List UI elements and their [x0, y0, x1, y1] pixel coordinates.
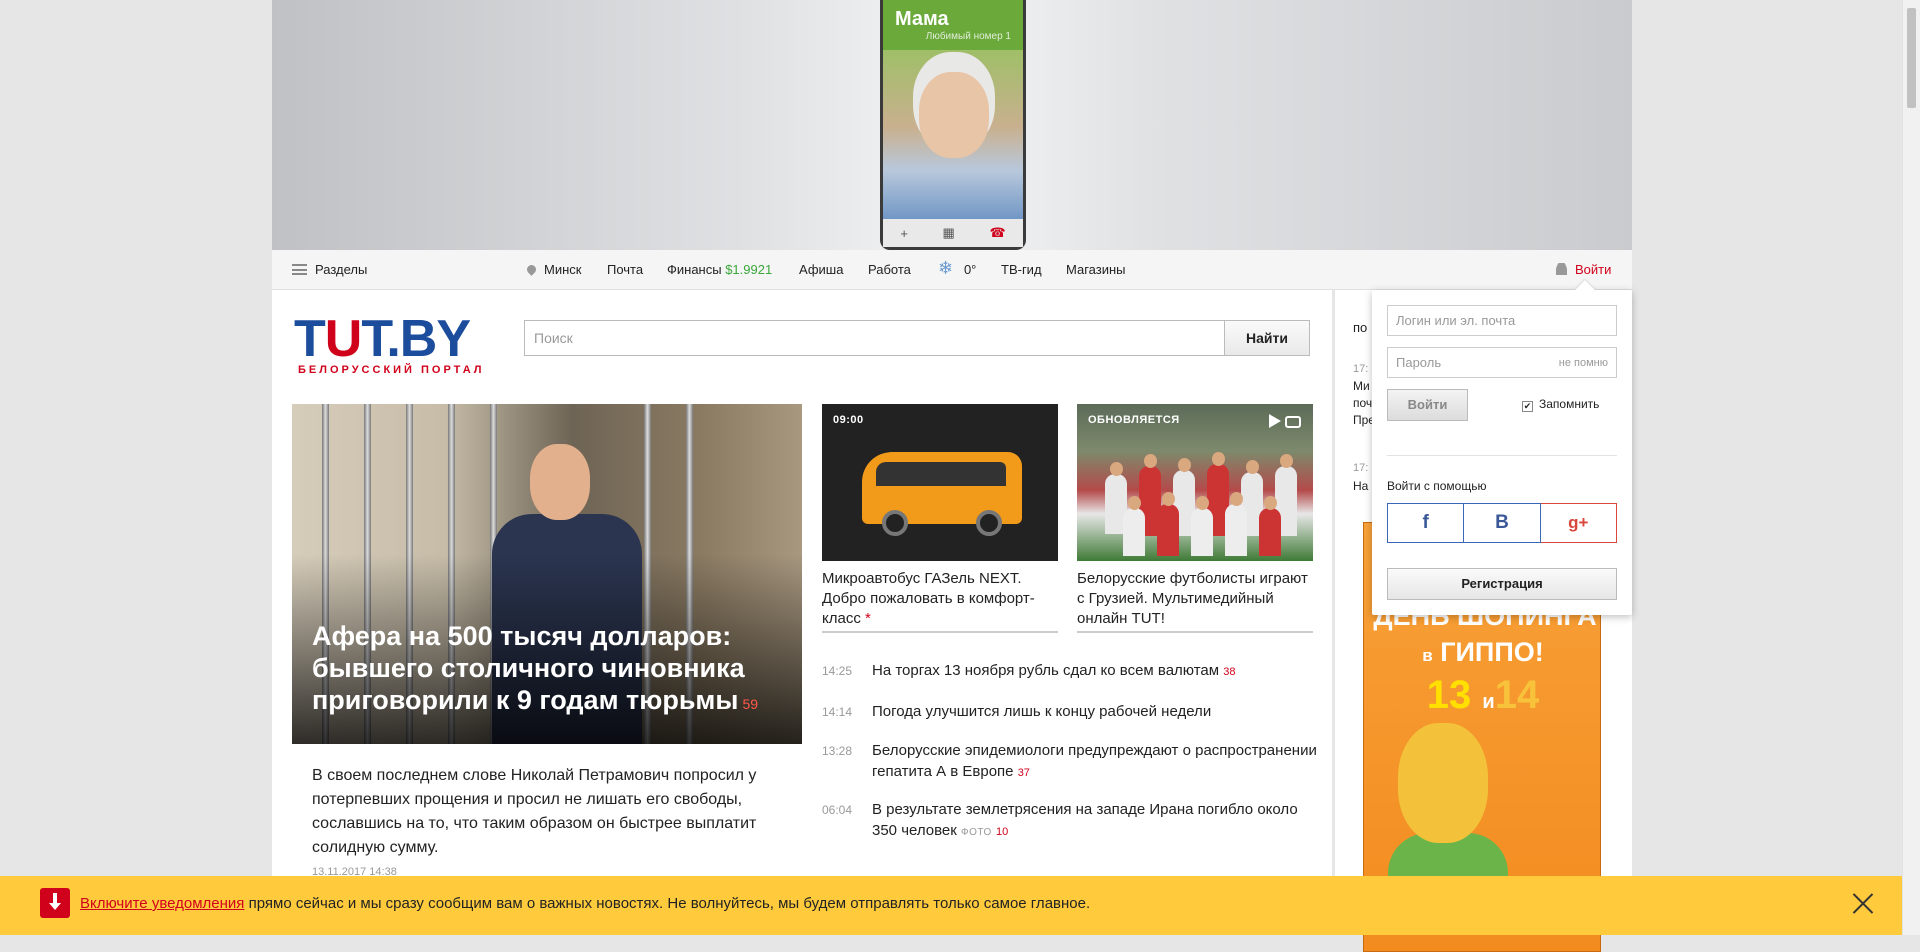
- login-link-label: Войти: [1575, 262, 1612, 277]
- nav-finance-link[interactable]: Финансы $1.9921: [667, 262, 772, 277]
- snippet-time: 17:: [1353, 363, 1369, 375]
- search-input[interactable]: Поиск: [524, 320, 1224, 356]
- tut-by-logo[interactable]: TUT.BY БЕЛОРУССКИЙ ПОРТАЛ: [294, 313, 485, 376]
- password-field[interactable]: Пароль не помню: [1387, 347, 1617, 378]
- location-icon: [525, 263, 538, 276]
- register-button[interactable]: Регистрация: [1387, 568, 1617, 600]
- news-card-image[interactable]: ОБНОВЛЯЕТСЯ: [1077, 404, 1313, 561]
- snippet-title[interactable]: На: [1353, 478, 1368, 495]
- feed-time: 14:14: [822, 705, 853, 719]
- snippet-time: 17:: [1353, 462, 1369, 474]
- close-icon[interactable]: [1848, 888, 1878, 918]
- facebook-login-button[interactable]: f: [1387, 503, 1465, 543]
- phone-contact-name: Мама: [895, 8, 949, 30]
- news-card[interactable]: ОБНОВЛЯЕТСЯ Белорусские футболисты играю…: [1077, 404, 1313, 633]
- search-button[interactable]: Найти: [1224, 320, 1310, 356]
- news-card-badge: ОБНОВЛЯЕТСЯ: [1088, 414, 1180, 426]
- news-card-title[interactable]: Микроавтобус ГАЗель NEXT. Добро пожалова…: [822, 569, 1058, 627]
- nav-work-link[interactable]: Работа: [868, 262, 911, 277]
- phone-action-bar: + ▦ ☎: [883, 219, 1023, 247]
- news-card[interactable]: 09:00 Микроавтобус ГАЗель NEXT. Добро по…: [822, 404, 1058, 633]
- feed-comments-count[interactable]: 37: [1018, 767, 1030, 779]
- feed-item[interactable]: 14:14 Погода улучшится лишь к концу рабоч…: [822, 701, 1322, 722]
- login-popup: Логин или эл. почта Пароль не помню Войти…: [1372, 280, 1632, 615]
- lead-comments-count[interactable]: 59: [742, 696, 758, 712]
- logo-tagline: БЕЛОРУССКИЙ ПОРТАЛ: [298, 364, 485, 376]
- enable-notifications-link[interactable]: Включите уведомления: [80, 895, 244, 912]
- login-link[interactable]: Войти: [1556, 262, 1611, 277]
- city-selector[interactable]: Минск: [525, 262, 582, 277]
- feed-item[interactable]: 14:25 На торгах 13 ноября рубль сдал ко в…: [822, 660, 1322, 683]
- login-submit-button[interactable]: Войти: [1387, 389, 1468, 421]
- feed-item[interactable]: 13:28 Белорусские эпидемиологи предупрежд…: [822, 740, 1322, 784]
- usd-rate: $1.9921: [725, 262, 773, 277]
- temperature: 0°: [963, 262, 977, 277]
- checkbox-icon: ✔: [1522, 401, 1533, 412]
- news-card-image[interactable]: 09:00: [822, 404, 1058, 561]
- google-plus-login-button[interactable]: g+: [1540, 503, 1617, 543]
- video-icon: [1269, 414, 1281, 428]
- lead-article-summary: В своем последнем слове Николай Петрамов…: [312, 767, 757, 856]
- news-card-title[interactable]: Белорусские футболисты играют с Грузией.…: [1077, 569, 1313, 627]
- login-field[interactable]: Логин или эл. почта: [1387, 305, 1617, 336]
- top-ad-banner[interactable]: Мама Любимый номер 1 + ▦ ☎: [272, 0, 1632, 250]
- user-icon: [1556, 263, 1567, 275]
- remember-label: Запомнить: [1539, 397, 1600, 411]
- snowflake-icon: ❄: [938, 258, 954, 278]
- nav-tv-link[interactable]: ТВ-гид: [1001, 262, 1042, 277]
- news-card-badge: 09:00: [833, 414, 864, 426]
- finance-label: Финансы: [667, 262, 722, 277]
- feed-time: 14:25: [822, 664, 853, 678]
- forgot-password-link[interactable]: не помню: [1559, 357, 1608, 369]
- keypad-icon: ▦: [942, 225, 955, 240]
- ad-dates: 13 и14: [1426, 673, 1540, 717]
- lead-article-image[interactable]: Афера на 500 тысяч долларов: бывшего сто…: [292, 404, 802, 744]
- social-login-label: Войти с помощью: [1387, 479, 1487, 493]
- nav-shops-link[interactable]: Магазины: [1066, 262, 1126, 277]
- sections-menu-button[interactable]: Разделы: [292, 262, 367, 277]
- menu-icon: [292, 264, 307, 275]
- top-navigation: Разделы Минск Почта Финансы $1.9921 Афиш…: [272, 250, 1632, 290]
- vk-login-button[interactable]: В: [1464, 503, 1541, 543]
- camera-icon: [1285, 416, 1301, 428]
- nav-mail-link[interactable]: Почта: [607, 262, 643, 277]
- remember-me-checkbox[interactable]: ✔ Запомнить: [1522, 397, 1599, 412]
- news-feed: 14:25 На торгах 13 ноября рубль сдал ко в…: [822, 660, 1322, 843]
- right-heading: по: [1353, 320, 1368, 335]
- photo-label: ФОТО: [961, 827, 992, 838]
- scrollbar-thumb[interactable]: [1907, 8, 1916, 108]
- page-scrollbar[interactable]: [1902, 0, 1920, 935]
- phone-contact-photo: [883, 50, 1023, 222]
- phone-ad-image: Мама Любимый номер 1 + ▦ ☎: [880, 0, 1026, 250]
- feed-comments-count[interactable]: 38: [1223, 666, 1235, 678]
- nav-afisha-link[interactable]: Афиша: [799, 262, 843, 277]
- notification-bar: Включите уведомления прямо сейчас и мы с…: [0, 876, 1902, 935]
- feed-time: 13:28: [822, 744, 853, 758]
- feed-comments-count[interactable]: 10: [996, 826, 1008, 838]
- phone-contact-header: Мама Любимый номер 1: [883, 0, 1023, 50]
- sections-label: Разделы: [315, 262, 368, 277]
- main-content: TUT.BY БЕЛОРУССКИЙ ПОРТАЛ Поиск Найти Аф…: [272, 290, 1332, 935]
- add-icon: +: [900, 225, 908, 241]
- lead-article-title[interactable]: Афера на 500 тысяч долларов: бывшего сто…: [312, 620, 772, 720]
- ad-brand: в ГИППО!: [1422, 637, 1544, 667]
- social-login-buttons: f В g+: [1387, 503, 1617, 543]
- notification-text: Включите уведомления прямо сейчас и мы с…: [80, 895, 1091, 912]
- feed-item[interactable]: 06:04 В результате землетрясения на запад…: [822, 799, 1322, 843]
- hangup-icon: ☎: [989, 225, 1006, 240]
- notification-bell-icon: [40, 888, 70, 918]
- phone-contact-subtitle: Любимый номер 1: [925, 31, 1011, 42]
- city-label: Минск: [544, 262, 582, 277]
- weather-link[interactable]: ❄ 0°: [938, 259, 977, 277]
- feed-time: 06:04: [822, 803, 853, 817]
